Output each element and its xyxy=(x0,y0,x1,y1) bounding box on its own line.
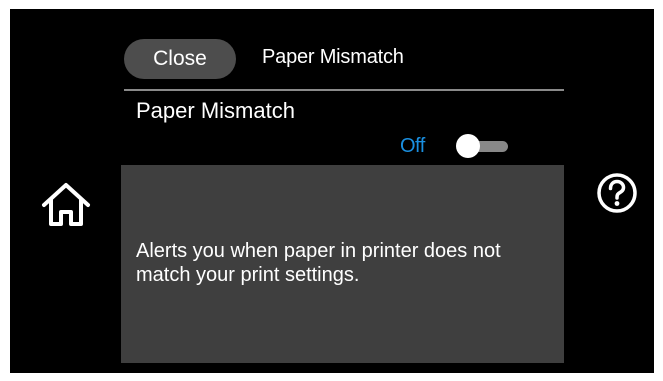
setting-description: Alerts you when paper in printer does no… xyxy=(136,240,501,286)
home-button[interactable] xyxy=(38,180,94,230)
close-button-label: Close xyxy=(153,47,207,70)
setting-title: Paper Mismatch xyxy=(136,98,295,123)
paper-mismatch-toggle[interactable] xyxy=(456,133,512,159)
close-button[interactable]: Close xyxy=(124,39,236,79)
home-icon xyxy=(42,183,90,226)
toggle-state-label: Off xyxy=(400,135,425,157)
help-button[interactable] xyxy=(596,172,638,214)
toggle-knob xyxy=(456,134,480,158)
page-title: Paper Mismatch xyxy=(262,46,404,68)
help-icon xyxy=(597,173,637,213)
header-divider xyxy=(124,89,564,91)
description-panel: Alerts you when paper in printer does no… xyxy=(121,165,564,363)
